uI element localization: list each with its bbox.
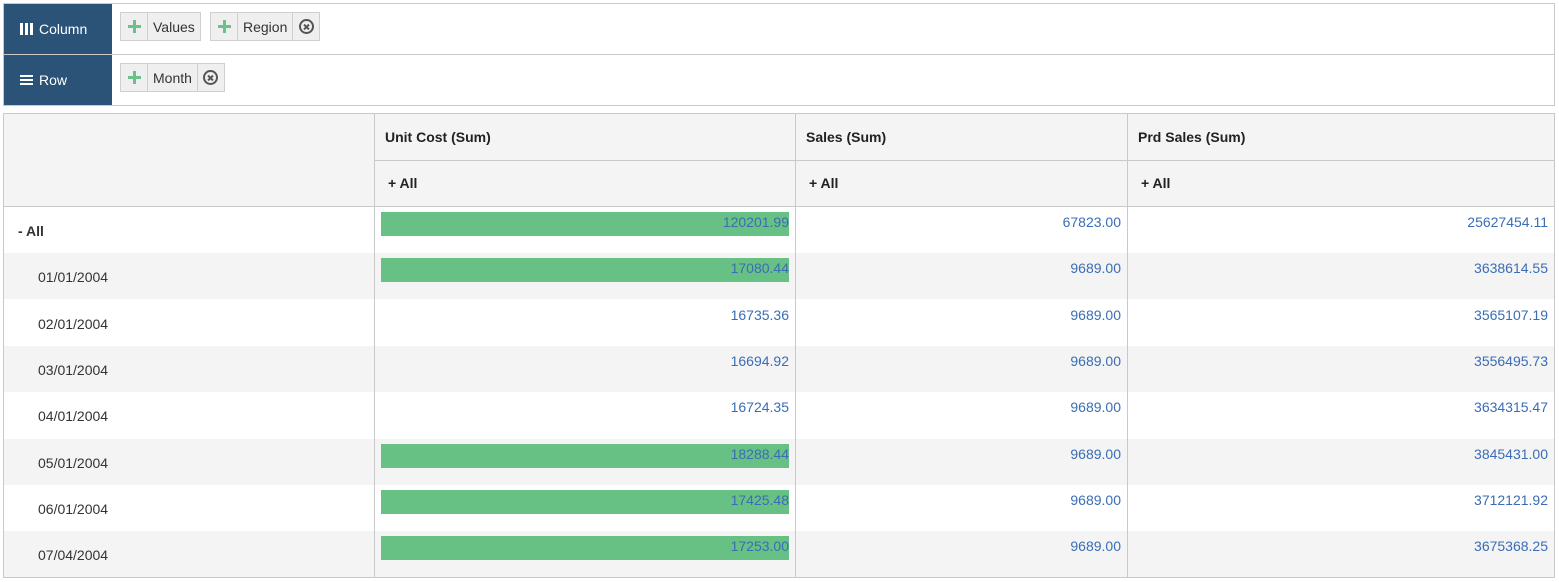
value-cell[interactable]: 3675368.25: [1133, 538, 1548, 554]
value-cell[interactable]: 25627454.11: [1133, 214, 1548, 230]
column-zone: Column Values Region: [4, 4, 1554, 55]
row-label: 01/01/2004: [38, 269, 109, 286]
value-cell[interactable]: 3845431.00: [1133, 446, 1548, 462]
row-pill-label: Month: [153, 69, 192, 86]
divider: [374, 114, 375, 577]
value-cell[interactable]: 3556495.73: [1133, 353, 1548, 369]
table-row: 03/01/2004 16694.92 9689.00 3556495.73: [4, 345, 1554, 392]
value-cell[interactable]: 9689.00: [801, 538, 1121, 554]
column-zone-label: Column: [4, 4, 112, 54]
value-cell[interactable]: 16735.36: [381, 307, 789, 323]
column-zone-text: Column: [39, 21, 88, 37]
row-pill-month[interactable]: Month: [120, 63, 225, 92]
expand-all-sales[interactable]: + All: [809, 160, 1009, 206]
value-cell[interactable]: 9689.00: [801, 399, 1121, 415]
move-icon[interactable]: [211, 13, 238, 40]
close-icon: [203, 70, 219, 85]
value-cell[interactable]: 9689.00: [801, 260, 1121, 276]
row-zone: Row Month: [4, 55, 1554, 105]
table-row: 07/04/2004 17253.00 9689.00 3675368.25: [4, 531, 1554, 578]
table-row: 01/01/2004 17080.44 9689.00 3638614.55: [4, 253, 1554, 300]
columns-icon: [20, 23, 33, 35]
move-icon[interactable]: [121, 64, 148, 91]
row-label: 02/01/2004: [38, 315, 109, 332]
pivot-grid: Unit Cost (Sum) Sales (Sum) Prd Sales (S…: [3, 113, 1555, 578]
divider: [795, 114, 796, 577]
move-icon[interactable]: [121, 13, 148, 40]
header-sales[interactable]: Sales (Sum): [806, 114, 1126, 160]
value-cell[interactable]: 9689.00: [801, 446, 1121, 462]
header-prd-sales[interactable]: Prd Sales (Sum): [1138, 114, 1538, 160]
value-cell[interactable]: 3634315.47: [1133, 399, 1548, 415]
rows-icon: [20, 74, 33, 86]
value-cell[interactable]: 16724.35: [381, 399, 789, 415]
remove-region-button[interactable]: [292, 13, 319, 40]
divider: [4, 206, 1554, 207]
column-pill-values[interactable]: Values: [120, 12, 201, 41]
value-cell[interactable]: 17425.48: [381, 492, 789, 508]
remove-month-button[interactable]: [196, 64, 224, 91]
value-cell[interactable]: 9689.00: [801, 307, 1121, 323]
collapse-all-toggle[interactable]: - All: [18, 223, 44, 239]
row-zone-label: Row: [4, 55, 112, 105]
table-row: - All 120201.99 67823.00 25627454.11: [4, 207, 1554, 253]
table-row: 02/01/2004 16735.36 9689.00 3565107.19: [4, 300, 1554, 346]
row-label: 04/01/2004: [38, 408, 109, 425]
row-label: 06/01/2004: [38, 500, 109, 517]
value-cell[interactable]: 18288.44: [381, 446, 789, 462]
column-pill-label: Values: [153, 18, 195, 35]
expand-all-prd-sales[interactable]: + All: [1141, 160, 1341, 206]
value-cell[interactable]: 3712121.92: [1133, 492, 1548, 508]
value-cell[interactable]: 9689.00: [801, 492, 1121, 508]
divider: [1127, 114, 1128, 577]
value-cell[interactable]: 16694.92: [381, 353, 789, 369]
value-cell[interactable]: 3638614.55: [1133, 260, 1548, 276]
table-row: 06/01/2004 17425.48 9689.00 3712121.92: [4, 485, 1554, 531]
divider: [374, 160, 1554, 161]
header-unit-cost[interactable]: Unit Cost (Sum): [385, 114, 785, 160]
row-zone-text: Row: [39, 72, 68, 88]
value-cell[interactable]: 3565107.19: [1133, 307, 1548, 323]
expand-all-unit-cost[interactable]: + All: [388, 160, 588, 206]
value-cell[interactable]: 17080.44: [381, 260, 789, 276]
pivot-drop-zones: Column Values Region Row Month: [3, 3, 1555, 106]
value-cell[interactable]: 67823.00: [801, 214, 1121, 230]
value-cell[interactable]: 9689.00: [801, 353, 1121, 369]
column-pill-label: Region: [243, 18, 288, 35]
row-label: 05/01/2004: [38, 454, 109, 471]
table-row: 05/01/2004 18288.44 9689.00 3845431.00: [4, 438, 1554, 485]
value-cell[interactable]: 17253.00: [381, 538, 789, 554]
column-pill-region[interactable]: Region: [210, 12, 321, 41]
close-icon: [298, 19, 314, 34]
table-row: 04/01/2004 16724.35 9689.00 3634315.47: [4, 392, 1554, 438]
value-cell[interactable]: 120201.99: [381, 214, 789, 230]
row-label: 07/04/2004: [38, 547, 109, 564]
row-label: 03/01/2004: [38, 361, 109, 378]
